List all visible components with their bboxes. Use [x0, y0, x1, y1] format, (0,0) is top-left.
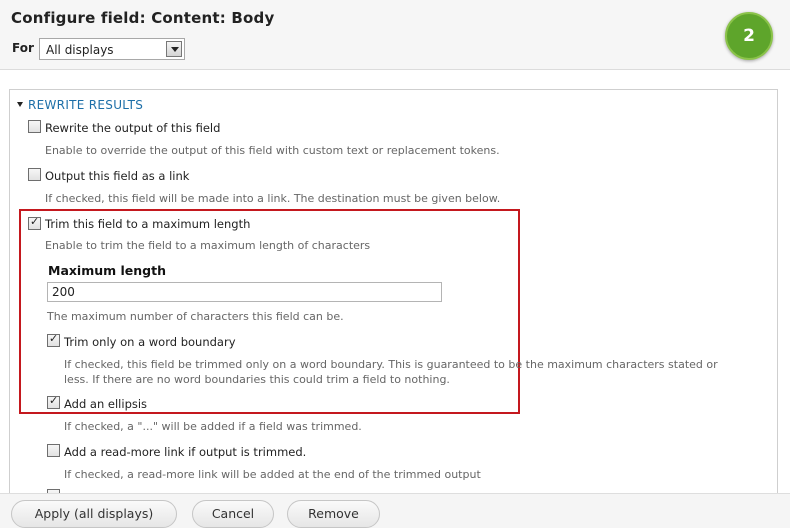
add-ellipsis-checkbox[interactable] — [47, 394, 60, 409]
output-as-link-description: If checked, this field will be made into… — [45, 192, 501, 205]
add-ellipsis-description: If checked, a "..." will be added if a f… — [64, 420, 362, 433]
dialog-title: Configure field: Content: Body — [11, 9, 275, 27]
max-length-input[interactable] — [47, 282, 442, 302]
chevron-down-icon[interactable] — [166, 41, 182, 57]
word-boundary-checkbox[interactable] — [47, 332, 60, 347]
cancel-button[interactable]: Cancel — [192, 500, 274, 528]
rewrite-output-checkbox[interactable] — [28, 120, 41, 133]
add-ellipsis-label[interactable]: Add an ellipsis — [64, 397, 147, 411]
word-boundary-description-line2: less. If there are no word boundaries th… — [64, 373, 450, 386]
apply-all-displays-button[interactable]: Apply (all displays) — [11, 500, 177, 528]
collapse-triangle-icon[interactable] — [17, 102, 23, 107]
rewrite-output-description: Enable to override the output of this fi… — [45, 144, 500, 157]
word-boundary-label[interactable]: Trim only on a word boundary — [64, 335, 236, 349]
for-select-value: All displays — [46, 43, 114, 57]
step-number-badge: 2 — [725, 12, 773, 60]
rewrite-output-label[interactable]: Rewrite the output of this field — [45, 121, 220, 135]
for-displays-select[interactable]: All displays — [39, 38, 185, 60]
read-more-checkbox[interactable] — [47, 444, 60, 457]
output-as-link-label[interactable]: Output this field as a link — [45, 169, 189, 183]
max-length-label: Maximum length — [48, 263, 167, 278]
read-more-description: If checked, a read-more link will be add… — [64, 468, 481, 481]
trim-max-length-description: Enable to trim the field to a maximum le… — [45, 239, 371, 252]
fieldset-legend[interactable]: REWRITE RESULTS — [28, 98, 143, 112]
for-label: For — [12, 41, 34, 55]
read-more-label[interactable]: Add a read-more link if output is trimme… — [64, 445, 306, 459]
output-as-link-checkbox[interactable] — [28, 168, 41, 181]
remove-button[interactable]: Remove — [287, 500, 380, 528]
max-length-description: The maximum number of characters this fi… — [47, 310, 344, 323]
trim-max-length-checkbox[interactable] — [28, 215, 41, 230]
trim-max-length-label[interactable]: Trim this field to a maximum length — [45, 217, 250, 231]
word-boundary-description-line1: If checked, this field be trimmed only o… — [64, 358, 718, 371]
